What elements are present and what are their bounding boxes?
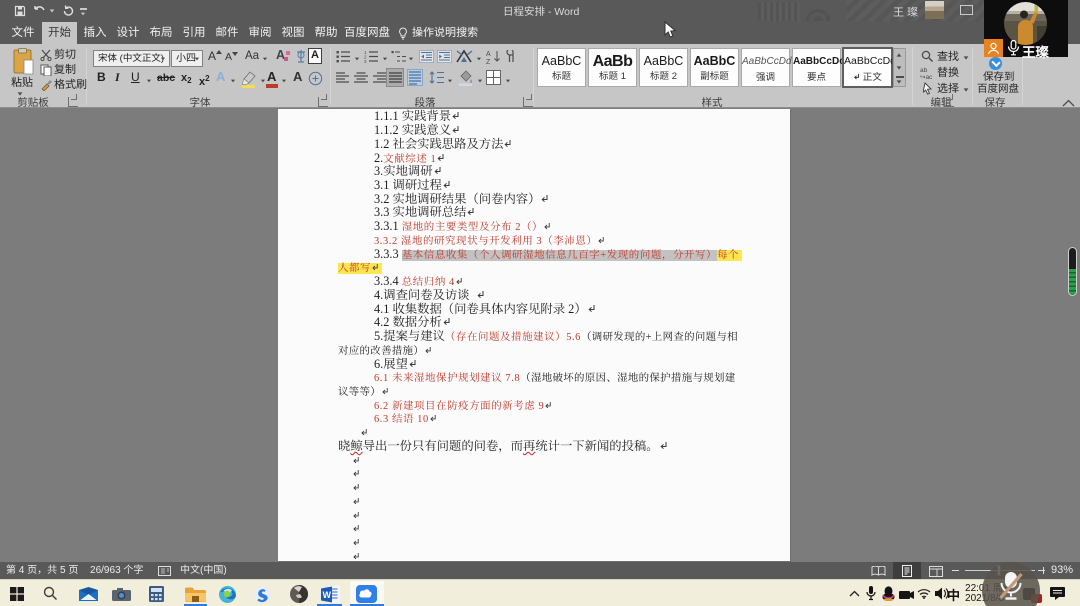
svg-text:↪ac: ↪ac bbox=[920, 74, 933, 79]
svg-text:Z: Z bbox=[486, 59, 491, 64]
svg-text:A: A bbox=[486, 51, 491, 58]
svg-text:3: 3 bbox=[364, 59, 367, 63]
svg-text:W: W bbox=[323, 590, 332, 600]
svg-text:ab: ab bbox=[920, 67, 928, 74]
